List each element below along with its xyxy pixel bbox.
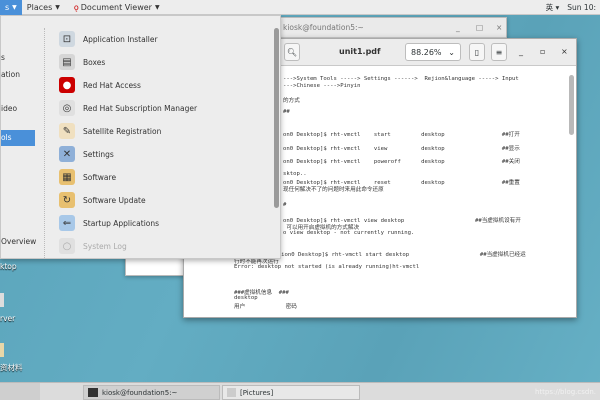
label: Places: [26, 2, 53, 12]
app-label: Startup Applications: [83, 218, 160, 228]
desktop-icon-label[interactable]: ktop: [0, 262, 17, 271]
app-label: Settings: [83, 149, 114, 159]
app-label: Software: [83, 172, 117, 182]
chevron-down-icon: ⌄: [448, 47, 455, 57]
search-icon: 🔍︎: [286, 47, 298, 57]
taskbar-item[interactable]: [Pictures]: [222, 385, 360, 400]
document-title: unit1.pdf: [339, 47, 381, 56]
label: kiosk@foundation5:~: [102, 388, 178, 397]
document-line: on0 Desktop]$ rht-vmctl start desktop ##…: [283, 132, 520, 138]
app-item[interactable]: ✕ Settings: [59, 146, 114, 162]
app-item[interactable]: ↻ Software Update: [59, 192, 146, 208]
app-label: Red Hat Subscription Manager: [83, 103, 198, 113]
boxes-icon: ▤: [59, 54, 75, 70]
label: Document Viewer: [80, 2, 152, 12]
app-label: Red Hat Access: [83, 80, 141, 90]
document-line: #: [283, 202, 287, 208]
software-update-icon: ↻: [59, 192, 75, 208]
label: [Pictures]: [240, 388, 274, 397]
package-icon: ⊡: [59, 31, 75, 47]
category-item[interactable]: s: [1, 53, 5, 62]
app-item[interactable]: ⇐ Startup Applications: [59, 215, 159, 231]
app-item[interactable]: ● Red Hat Access: [59, 77, 141, 93]
zoom-value: 88.26%: [411, 47, 442, 57]
caret-down-icon: ▼: [12, 3, 17, 11]
applications-menu-button[interactable]: s ▼: [0, 0, 22, 15]
document-line: --->System Tools -----> Settings ------>…: [283, 76, 519, 82]
software-icon: ▦: [59, 169, 75, 185]
menu-button[interactable]: ≡: [491, 43, 507, 61]
document-line: on0 Desktop]$ rht-vmctl poweroff desktop…: [283, 159, 520, 165]
minimize-icon[interactable]: _: [519, 47, 523, 56]
app-label: Application Installer: [83, 34, 158, 44]
app-label: Satellite Registration: [83, 126, 162, 136]
system-log-icon: ○: [59, 238, 75, 254]
divider: [44, 28, 45, 258]
document-line: on0 Desktop]$ rht-vmctl view desktop ##显…: [283, 146, 520, 152]
zoom-select[interactable]: 88.26% ⌄: [405, 43, 461, 61]
document-icon: ▯: [474, 47, 480, 57]
app-item[interactable]: ✎ Satellite Registration: [59, 123, 161, 139]
top-bar: s ▼ Places ▼ ǫ Document Viewer ▼ 英 ▾ Sun 10:: [0, 0, 600, 15]
applications-menu: s ation ideo ols Overview ⊡ Application I…: [0, 15, 281, 259]
app-item[interactable]: ○ System Log: [59, 238, 127, 254]
clock[interactable]: Sun 10:: [567, 3, 596, 12]
server-icon[interactable]: [0, 293, 4, 307]
startup-icon: ⇐: [59, 215, 75, 231]
taskbar: kiosk@foundation5:~ [Pictures] https://b…: [0, 382, 600, 400]
scrollbar[interactable]: [569, 75, 574, 135]
app-item[interactable]: ▦ Software: [59, 169, 116, 185]
app-label: Software Update: [83, 195, 146, 205]
maximize-icon[interactable]: □: [476, 23, 483, 32]
document-line: sktop..: [283, 171, 307, 177]
app-label: Boxes: [83, 57, 106, 67]
page-view-button[interactable]: ▯: [469, 43, 485, 61]
document-line: 用户 密码: [234, 304, 297, 310]
file-manager-icon: [227, 388, 236, 397]
document-line: desktop: [234, 295, 258, 301]
document-line: --->Chinese ---->Pinyin: [283, 83, 361, 89]
redhat-icon: ●: [59, 77, 75, 93]
document-line: ##: [283, 109, 290, 115]
desktop-icon-label[interactable]: 资材料: [0, 362, 23, 373]
category-item[interactable]: ation: [1, 70, 20, 79]
caret-down-icon: ▼: [154, 3, 160, 11]
places-menu-button[interactable]: Places ▼: [22, 0, 65, 15]
maximize-icon[interactable]: ▫: [540, 47, 545, 56]
app-item[interactable]: ◎ Red Hat Subscription Manager: [59, 100, 197, 116]
caret-down-icon: ▼: [55, 3, 60, 11]
settings-tools-icon: ✕: [59, 146, 75, 162]
minimize-icon[interactable]: _: [456, 23, 460, 32]
workspace-area: [0, 383, 40, 400]
app-label: System Log: [83, 241, 127, 251]
registration-icon: ✎: [59, 123, 75, 139]
taskbar-item[interactable]: kiosk@foundation5:~: [83, 385, 220, 400]
search-button[interactable]: 🔍︎: [284, 43, 300, 61]
document-viewer-icon: ǫ: [73, 2, 79, 12]
terminal-icon: [88, 388, 98, 397]
hamburger-icon: ≡: [495, 47, 503, 57]
desktop-icon-label[interactable]: rver: [0, 314, 15, 323]
document-line: Error: desktop not started (is already r…: [234, 264, 420, 270]
activities-overview[interactable]: Overview: [1, 237, 36, 246]
close-icon[interactable]: ×: [496, 23, 502, 32]
folder-icon[interactable]: [0, 343, 4, 357]
app-item[interactable]: ▤ Boxes: [59, 54, 105, 70]
subscription-icon: ◎: [59, 100, 75, 116]
document-line: 现任何解决不了的问题时来用此命令还原: [283, 187, 384, 193]
label: s: [5, 2, 10, 12]
category-item-selected[interactable]: ols: [1, 130, 35, 146]
input-method-indicator[interactable]: 英 ▾: [546, 2, 560, 13]
document-line: o view desktop - not currently running.: [283, 230, 415, 236]
category-item[interactable]: ideo: [1, 104, 17, 113]
document-line: 的方式: [283, 98, 300, 104]
terminal-title: kiosk@foundation5:~: [283, 23, 364, 32]
scrollbar[interactable]: [274, 28, 279, 208]
watermark: https://blog.csdn.: [534, 388, 596, 396]
app-menu-button[interactable]: ǫ Document Viewer ▼: [69, 0, 165, 15]
app-item[interactable]: ⊡ Application Installer: [59, 31, 158, 47]
close-icon[interactable]: ×: [561, 47, 568, 56]
